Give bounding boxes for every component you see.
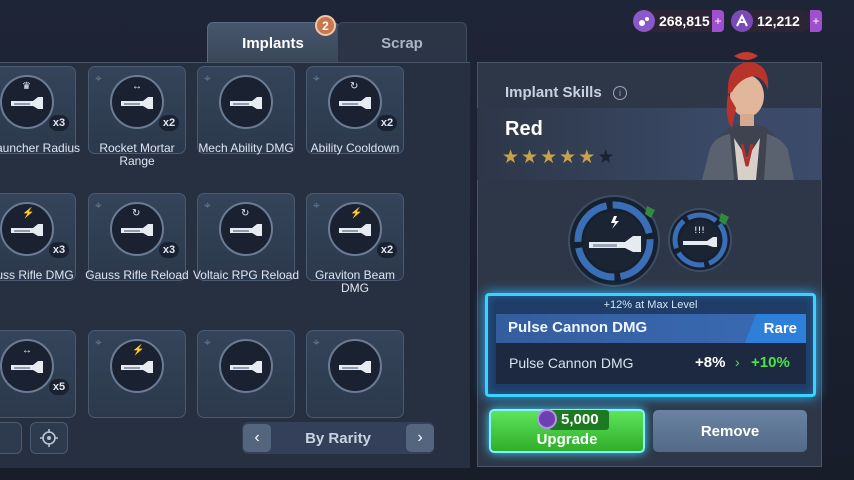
arrows-icon: ↔	[22, 345, 32, 356]
implant-label: Graviton Beam DMG	[314, 268, 396, 295]
implant-label: Gauss Rifle Reload	[85, 268, 189, 282]
graviton-beam-icon: ⚡	[328, 202, 382, 256]
star-filled-icon: ★	[578, 147, 596, 168]
ability-cooldown-icon: ↻	[328, 75, 382, 129]
slot-marker-icon: ⌖	[313, 71, 320, 85]
upgrade-cost: 5,000	[561, 411, 599, 428]
slot-marker-icon: ⌖	[313, 198, 320, 212]
gauss-rifle-icon: ⚡	[0, 202, 54, 256]
arrows-icon: ↔	[132, 81, 142, 92]
count-badge: x2	[377, 242, 397, 258]
implant-card[interactable]: ⌖ ⚡	[88, 330, 186, 418]
implant-name: Pulse Cannon DMG	[508, 319, 648, 336]
jet-icon: ⚡	[110, 339, 164, 393]
slot-marker-icon: ⌖	[204, 71, 211, 85]
a-token-icon	[731, 10, 753, 32]
token-add-button[interactable]: +	[810, 10, 822, 32]
count-badge: x3	[49, 242, 69, 258]
stat-upgraded-value: +10%	[751, 354, 790, 371]
shield-burst-icon	[328, 339, 382, 393]
implant-card[interactable]: ⌖↔x5	[0, 330, 76, 418]
svg-text:!!!: !!!	[694, 226, 705, 236]
crosshair-icon	[40, 429, 58, 447]
slot-marker-icon: ⌖	[313, 335, 320, 349]
chevron-right-icon: ›	[417, 429, 423, 446]
gauss-rifle-icon: ↻	[110, 202, 164, 256]
count-badge: x2	[159, 115, 179, 131]
voltaic-rpg-icon: ↻	[219, 202, 273, 256]
tab-implants-label: Implants	[242, 34, 304, 52]
star-filled-icon: ★	[521, 147, 539, 168]
implant-card[interactable]: ⌖	[306, 330, 404, 418]
slot-marker-icon: ⌖	[95, 198, 102, 212]
gem-add-button[interactable]: +	[712, 10, 724, 32]
refresh-icon: ↻	[241, 208, 250, 219]
filter-button[interactable]	[0, 422, 22, 454]
notification-badge: 2	[315, 15, 336, 36]
add-gem-label: +	[712, 10, 724, 32]
target-button[interactable]	[30, 422, 68, 454]
implant-label: Gauss Rifle DMG	[0, 268, 74, 282]
implant-label: Voltaic RPG Reload	[192, 268, 300, 282]
info-icon[interactable]: i	[613, 86, 627, 100]
purple-gem-icon	[633, 10, 655, 32]
remove-label: Remove	[700, 422, 760, 440]
stat-current-value: +8%	[695, 354, 726, 371]
gem-amount: 268,815	[659, 13, 710, 29]
implant-label: sc Launcher Radius	[0, 141, 81, 155]
purple-gem-icon	[537, 409, 557, 429]
bolt-icon: ⚡	[132, 345, 145, 356]
crown-icon: ♛	[22, 81, 31, 92]
slot-marker-icon: ⌖	[95, 335, 102, 349]
mech-ability-icon	[219, 75, 273, 129]
implant-card[interactable]: ⌖	[197, 330, 295, 418]
count-badge: x3	[49, 115, 69, 131]
token-amount: 12,212	[757, 13, 800, 29]
count-badge: x5	[49, 379, 69, 395]
orbit-planet-icon	[219, 339, 273, 393]
star-filled-icon: ★	[559, 147, 577, 168]
tab-scrap[interactable]: Scrap	[337, 22, 467, 63]
sort-next-button[interactable]: ›	[406, 424, 434, 452]
refresh-icon: ↻	[132, 208, 141, 219]
chevron-left-icon: ‹	[254, 429, 260, 446]
max-level-note: +12% at Max Level	[603, 299, 698, 311]
star-rating: ★ ★ ★ ★ ★ ★	[502, 148, 614, 168]
slot-marker-icon: ⌖	[204, 198, 211, 212]
implant-label: Ability Cooldown	[310, 141, 400, 155]
panel-title: Implant Skills	[505, 84, 602, 101]
bolt-icon: ⚡	[22, 208, 35, 219]
count-badge: x2	[377, 115, 397, 131]
add-token-label: +	[810, 10, 822, 32]
chevron-right-icon: ›	[735, 354, 740, 370]
sort-prev-button[interactable]: ‹	[243, 424, 271, 452]
sort-label: By Rarity	[305, 429, 371, 447]
implant-label: Mech Ability DMG	[198, 141, 294, 155]
tab-scrap-label: Scrap	[381, 34, 423, 52]
selected-implant-icon	[568, 195, 660, 287]
slot-marker-icon: ⌖	[95, 71, 102, 85]
star-empty-icon: ★	[597, 147, 615, 168]
slot-marker-icon: ⌖	[204, 335, 211, 349]
implant-label: Rocket Mortar Range	[99, 141, 175, 168]
count-badge: x3	[159, 242, 179, 258]
star-filled-icon: ★	[502, 147, 520, 168]
token-currency: 12,212	[731, 10, 813, 32]
remove-button[interactable]: Remove	[653, 410, 807, 452]
disc-launcher-icon: ♛	[0, 75, 54, 129]
star-filled-icon: ★	[540, 147, 558, 168]
refresh-icon: ↻	[350, 81, 359, 92]
stat-name: Pulse Cannon DMG	[509, 355, 634, 371]
hero-portrait	[702, 52, 794, 180]
upgrade-label: Upgrade	[536, 431, 598, 448]
rocket-mortar-icon: ↔	[110, 75, 164, 129]
secondary-implant-icon: !!!	[668, 208, 732, 272]
jet-icon: ↔	[0, 339, 54, 393]
hero-name: Red	[505, 118, 543, 140]
bolt-icon: ⚡	[350, 208, 363, 219]
